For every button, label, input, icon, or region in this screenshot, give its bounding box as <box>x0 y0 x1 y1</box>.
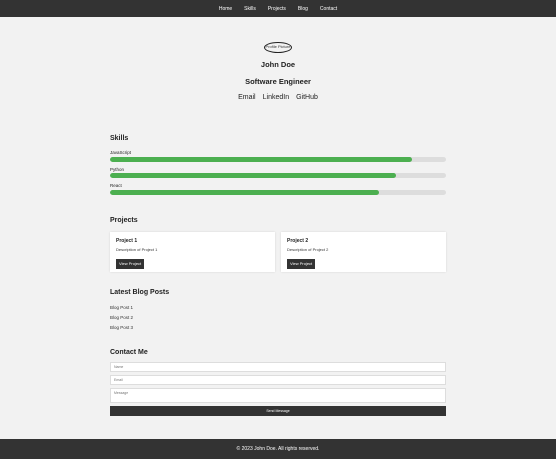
profile-role: Software Engineer <box>245 77 311 86</box>
view-project-button[interactable]: View Project <box>287 258 316 269</box>
skill-item: Python <box>110 166 446 178</box>
skill-label: Python <box>110 166 125 172</box>
skills-section: Skills JavaScript Python React <box>110 135 446 195</box>
projects-section: Projects Project 1 Description of Projec… <box>110 217 446 272</box>
skill-item: React <box>110 183 446 195</box>
contact-title: Contact Me <box>110 349 148 356</box>
footer-text: © 2023 John Doe. All rights reserved. <box>236 446 320 452</box>
projects-title: Projects <box>110 217 138 224</box>
top-nav: Home Skills Projects Blog Contact <box>0 0 556 17</box>
hero: Profile Picture John Doe Software Engine… <box>0 42 556 101</box>
send-message-button[interactable]: Send Message <box>110 406 446 416</box>
email-link[interactable]: Email <box>238 94 256 101</box>
project-title: Project 1 <box>116 238 138 244</box>
blog-post-link[interactable]: Blog Post 2 <box>110 315 446 320</box>
message-field[interactable]: Message <box>110 388 446 403</box>
project-title: Project 2 <box>287 238 309 244</box>
skill-item: JavaScript <box>110 150 446 162</box>
skill-bar-fill <box>110 173 396 178</box>
view-project-button[interactable]: View Project <box>116 258 145 269</box>
nav-link-projects[interactable]: Projects <box>268 6 286 12</box>
blog-title: Latest Blog Posts <box>110 289 170 296</box>
nav-link-home[interactable]: Home <box>219 6 232 12</box>
project-description: Description of Project 1 <box>116 247 158 252</box>
project-card: Project 2 Description of Project 2 View … <box>281 232 446 272</box>
contact-section: Contact Me Name Email Message Send Messa… <box>110 349 446 416</box>
skills-title: Skills <box>110 135 129 142</box>
nav-link-blog[interactable]: Blog <box>298 6 308 12</box>
footer: © 2023 John Doe. All rights reserved. <box>0 439 556 459</box>
nav-link-skills[interactable]: Skills <box>244 6 256 12</box>
github-link[interactable]: GitHub <box>296 94 318 101</box>
project-cards: Project 1 Description of Project 1 View … <box>110 232 446 272</box>
blog-section: Latest Blog Posts Blog Post 1 Blog Post … <box>110 289 446 330</box>
skill-bar-track <box>110 189 446 195</box>
blog-post-link[interactable]: Blog Post 1 <box>110 305 446 310</box>
social-links: Email LinkedIn GitHub <box>0 94 556 101</box>
skill-bar-track <box>110 156 446 162</box>
skill-bar-fill <box>110 156 413 162</box>
blog-post-link[interactable]: Blog Post 3 <box>110 325 446 330</box>
email-field[interactable]: Email <box>110 375 446 385</box>
linkedin-link[interactable]: LinkedIn <box>263 94 289 101</box>
skill-label: JavaScript <box>110 150 132 155</box>
skill-bar-track <box>110 173 446 178</box>
profile-name: John Doe <box>260 60 296 69</box>
skill-label: React <box>110 183 122 188</box>
skill-bar-fill <box>110 189 379 195</box>
project-card: Project 1 Description of Project 1 View … <box>110 232 275 272</box>
project-description: Description of Project 2 <box>287 247 329 252</box>
avatar: Profile Picture <box>264 42 292 53</box>
nav-link-contact[interactable]: Contact <box>320 6 337 12</box>
name-field[interactable]: Name <box>110 362 446 372</box>
